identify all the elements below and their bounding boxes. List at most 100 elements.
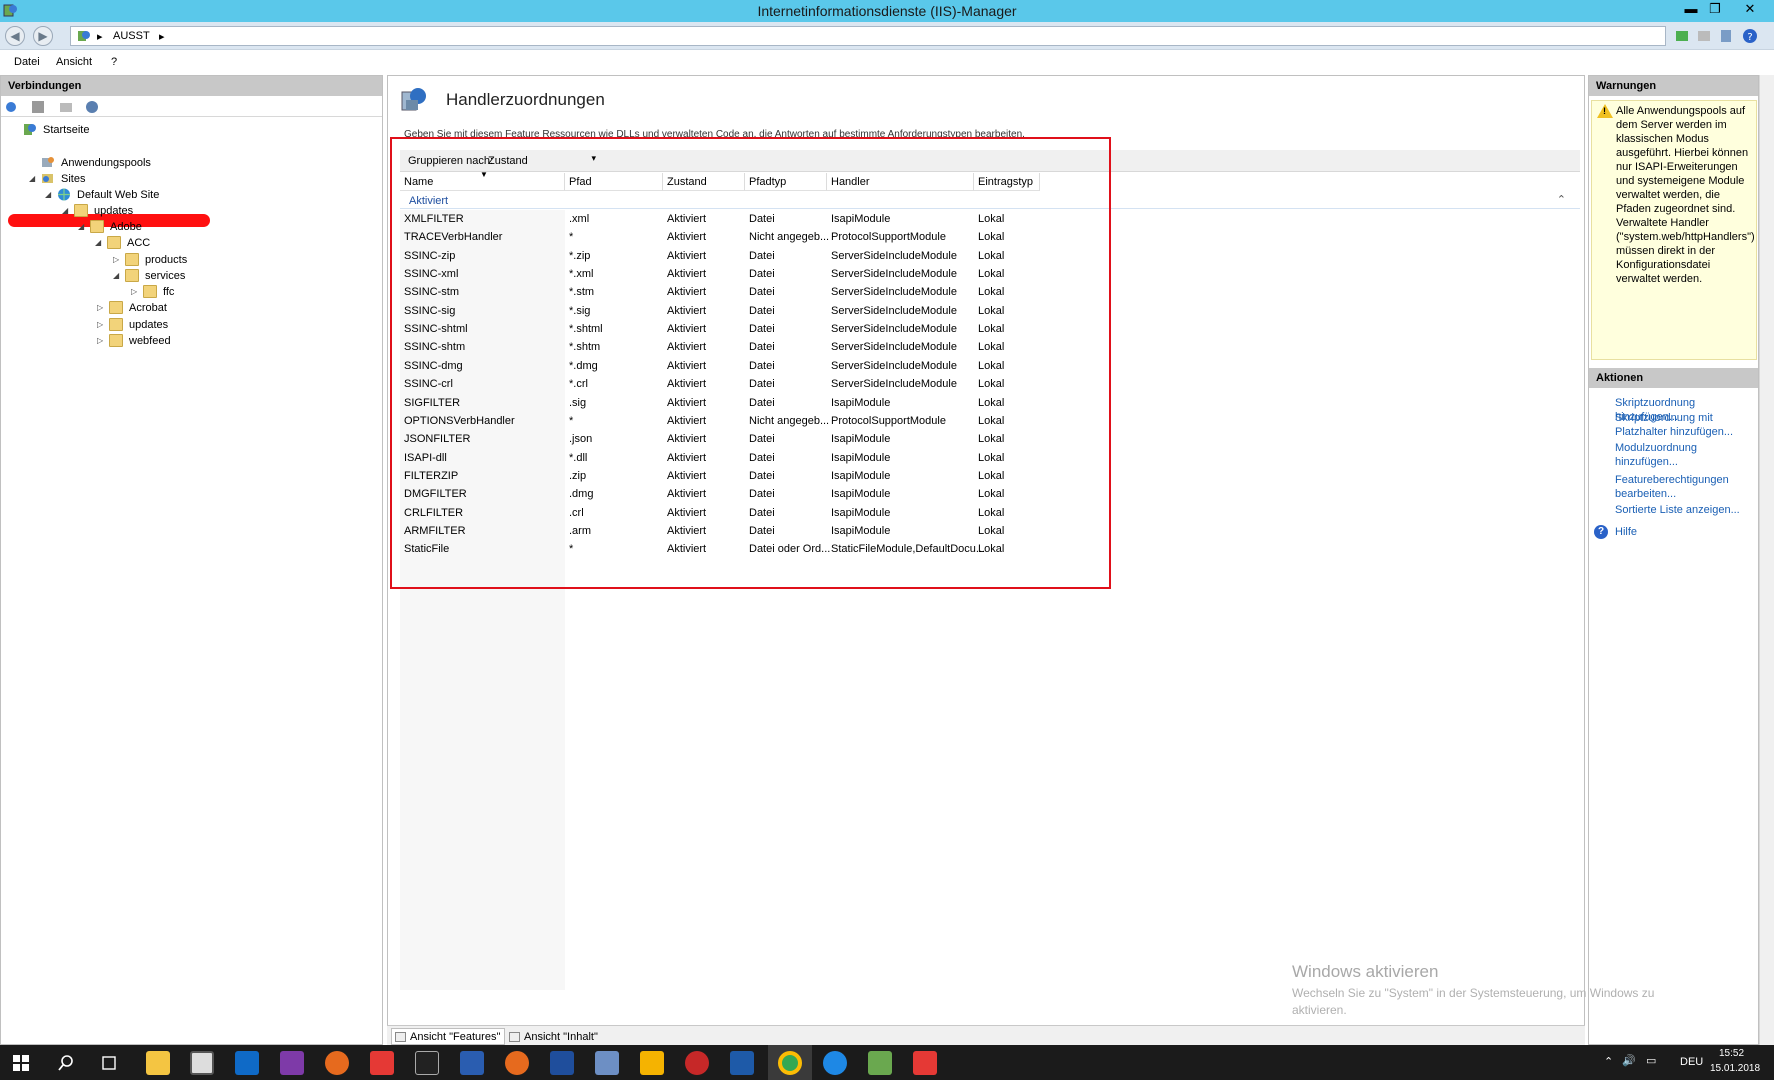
menu-ansicht[interactable]: Ansicht xyxy=(56,56,92,68)
tree-label: Startseite xyxy=(43,124,90,136)
shortcut-app-icon[interactable] xyxy=(190,1051,214,1075)
svg-text:?: ? xyxy=(1747,32,1752,43)
app-pools-icon xyxy=(42,157,54,167)
collapse-icon[interactable]: ◢ xyxy=(95,238,101,247)
collapse-icon[interactable]: ◢ xyxy=(45,190,51,199)
action-edit-feature-permissions[interactable]: Featureberechtigungen bearbeiten... xyxy=(1615,473,1760,501)
breadcrumb-separator: ▸ xyxy=(97,31,103,43)
menu-bar: Datei Ansicht ? xyxy=(0,51,1774,73)
clock-date[interactable]: 15.01.2018 xyxy=(1710,1063,1760,1074)
tab-features-view[interactable]: Ansicht "Features" xyxy=(391,1028,506,1045)
folder-icon xyxy=(125,269,139,282)
action-add-module-mapping[interactable]: Modulzuordnung hinzufügen... xyxy=(1615,441,1760,469)
document-icon[interactable] xyxy=(730,1051,754,1075)
action-help[interactable]: Hilfe xyxy=(1615,525,1760,539)
connections-pane: Verbindungen Startseite Anwendungspools … xyxy=(0,75,383,1045)
tree-label: Sites xyxy=(61,173,86,185)
windows-start-icon[interactable] xyxy=(13,1055,29,1071)
minimize-button[interactable]: ▬ xyxy=(1680,0,1702,18)
acrobat-icon[interactable] xyxy=(685,1051,709,1075)
tree-label: updates xyxy=(129,319,169,331)
tray-expand-icon[interactable]: ⌃ xyxy=(1604,1055,1613,1068)
tree-label: ffc xyxy=(163,286,175,298)
stop-icon[interactable] xyxy=(1696,28,1712,44)
tree-label: Anwendungspools xyxy=(61,157,151,169)
collapse-icon[interactable]: ◢ xyxy=(113,271,119,280)
task-view-icon[interactable] xyxy=(100,1055,118,1071)
home-icon[interactable] xyxy=(1718,28,1734,44)
folder-icon xyxy=(109,318,123,331)
ihk-icon[interactable] xyxy=(550,1051,574,1075)
back-button[interactable]: ◀ xyxy=(5,26,25,46)
azure-icon[interactable] xyxy=(640,1051,664,1075)
vertical-scrollbar[interactable] xyxy=(1759,75,1774,1045)
search-icon[interactable] xyxy=(58,1055,74,1071)
content-view-icon xyxy=(509,1032,520,1042)
highlight-annotation xyxy=(390,137,1111,589)
sync-icon[interactable] xyxy=(823,1051,847,1075)
kaspersky-icon[interactable] xyxy=(913,1051,937,1075)
folder-icon xyxy=(107,236,121,249)
restore-button[interactable]: ❐ xyxy=(1704,0,1726,18)
action-add-wildcard-script-map[interactable]: Skriptzuordnung mit Platzhalter hinzufüg… xyxy=(1615,411,1760,439)
tree-label: ACC xyxy=(127,237,151,249)
network-icon[interactable]: ▭ xyxy=(1646,1054,1656,1067)
outlook-icon[interactable] xyxy=(235,1051,259,1075)
collapse-icon[interactable]: ◢ xyxy=(78,222,84,231)
close-button[interactable]: ✕ xyxy=(1728,0,1772,18)
language-indicator[interactable]: DEU xyxy=(1680,1056,1703,1068)
firefox-icon[interactable] xyxy=(325,1051,349,1075)
folder-icon xyxy=(143,285,157,298)
file-explorer-icon[interactable] xyxy=(146,1051,170,1075)
expand-icon[interactable]: ▷ xyxy=(131,287,137,296)
iis-manager-icon[interactable] xyxy=(595,1051,619,1075)
firefox-2-icon[interactable] xyxy=(505,1051,529,1075)
red-app-icon[interactable] xyxy=(370,1051,394,1075)
onenote-icon[interactable] xyxy=(280,1051,304,1075)
warnings-header: Warnungen xyxy=(1589,76,1758,96)
clock-time[interactable]: 15:52 xyxy=(1719,1048,1744,1059)
tree-label: Adobe xyxy=(110,221,142,233)
up-icon[interactable] xyxy=(59,100,73,114)
tree-label: Default Web Site xyxy=(77,189,160,201)
page-title: Handlerzuordnungen xyxy=(446,90,605,109)
address-bar: ◀ ▶ ▸ AUSST ▸ ? xyxy=(0,22,1774,50)
expand-icon[interactable]: ▷ xyxy=(97,303,103,312)
help-icon[interactable]: ? xyxy=(1742,28,1758,44)
tab-content-view[interactable]: Ansicht "Inhalt" xyxy=(505,1028,603,1045)
expand-icon[interactable]: ▷ xyxy=(97,320,103,329)
chrome-icon[interactable] xyxy=(778,1051,802,1075)
connect-icon[interactable] xyxy=(5,100,19,114)
warning-text: Alle Anwendungspools auf dem Server werd… xyxy=(1616,105,1755,285)
green-app-icon[interactable] xyxy=(868,1051,892,1075)
collapse-group-icon[interactable]: ⌃ xyxy=(1557,193,1566,206)
expand-icon[interactable]: ▷ xyxy=(113,255,119,264)
refresh-icon[interactable] xyxy=(1674,28,1690,44)
menu-datei[interactable]: Datei xyxy=(14,56,40,68)
volume-icon[interactable]: 🔊 xyxy=(1622,1054,1636,1067)
tree-label: products xyxy=(145,254,188,266)
action-view-ordered-list[interactable]: Sortierte Liste anzeigen... xyxy=(1615,503,1760,517)
breadcrumb-separator: ▸ xyxy=(159,31,165,43)
breadcrumb-server[interactable]: AUSST xyxy=(113,30,150,42)
forward-button[interactable]: ▶ xyxy=(33,26,53,46)
activation-watermark-title: Windows aktivieren xyxy=(1292,962,1439,981)
expand-icon[interactable]: ▷ xyxy=(97,336,103,345)
folder-icon xyxy=(109,334,123,347)
help-icon: ? xyxy=(1594,525,1608,539)
folder-icon xyxy=(90,220,104,233)
actions-header: Aktionen xyxy=(1589,368,1758,388)
remote-desktop-icon[interactable] xyxy=(460,1051,484,1075)
globe-icon xyxy=(58,188,70,201)
remove-connection-icon[interactable] xyxy=(85,100,99,114)
save-icon[interactable] xyxy=(31,100,45,114)
address-field[interactable]: ▸ AUSST ▸ xyxy=(70,26,1666,46)
collapse-icon[interactable]: ◢ xyxy=(62,206,68,215)
menu-help[interactable]: ? xyxy=(111,56,117,68)
collapse-icon[interactable]: ◢ xyxy=(29,174,35,183)
terminal-icon[interactable] xyxy=(415,1051,439,1075)
folder-icon xyxy=(125,253,139,266)
warning-box: Alle Anwendungspools auf dem Server werd… xyxy=(1591,100,1757,360)
connections-header: Verbindungen xyxy=(1,76,382,96)
server-icon xyxy=(78,31,90,41)
